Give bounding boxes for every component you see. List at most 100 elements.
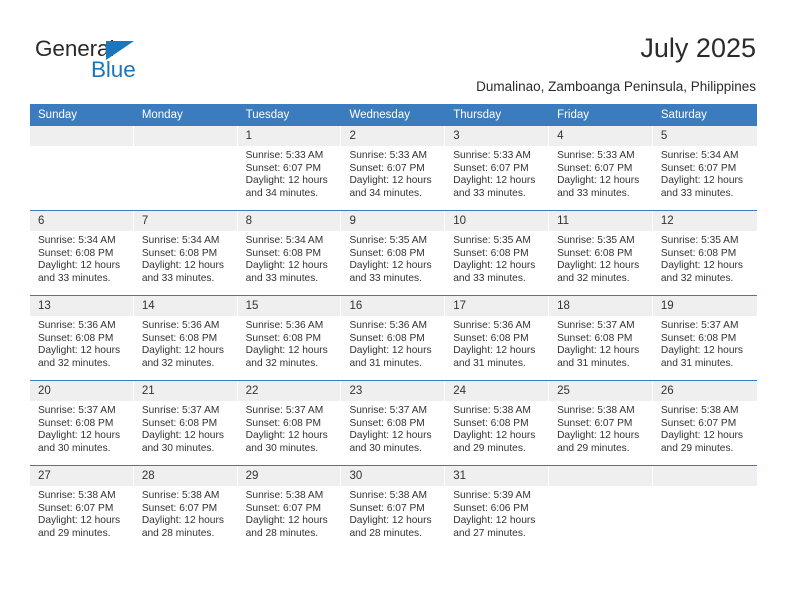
sunset-text: Sunset: 6:07 PM (349, 502, 425, 514)
day-number: 15 (237, 296, 342, 316)
calendar-day-cell[interactable]: 25 Sunrise: 5:38 AM Sunset: 6:07 PM Dayligh… (549, 380, 653, 466)
weekday-header-saturday: Saturday (652, 104, 757, 126)
daylight-text: Daylight: 12 hours and 32 minutes. (660, 260, 743, 284)
day-number: 25 (549, 381, 653, 401)
sunrise-text: Sunrise: 5:35 AM (349, 235, 428, 246)
day-details: Sunrise: 5:33 AM Sunset: 6:07 PM Daylight:… (445, 146, 549, 200)
daylight-text: Daylight: 12 hours and 30 minutes. (349, 430, 432, 454)
day-number: 12 (652, 211, 757, 231)
sunset-text: Sunset: 6:08 PM (141, 417, 218, 429)
day-number: 14 (133, 296, 238, 316)
daylight-text: Daylight: 12 hours and 32 minutes. (141, 345, 224, 369)
day-number: 4 (549, 126, 653, 146)
weekday-header-monday: Monday (133, 104, 238, 126)
sunset-text: Sunset: 6:07 PM (349, 162, 425, 174)
day-number: 2 (341, 126, 446, 146)
calendar-day-cell[interactable]: 9 Sunrise: 5:35 AM Sunset: 6:08 PM Daylight… (341, 210, 446, 296)
calendar-day-cell[interactable]: 12 Sunrise: 5:35 AM Sunset: 6:08 PM Dayligh… (652, 210, 757, 296)
day-number: 24 (445, 381, 550, 401)
day-details: Sunrise: 5:34 AM Sunset: 6:07 PM Daylight:… (653, 146, 757, 200)
sunrise-text: Sunrise: 5:36 AM (245, 320, 324, 331)
sunrise-text: Sunrise: 5:34 AM (660, 150, 739, 161)
sunset-text: Sunset: 6:08 PM (38, 332, 114, 344)
day-number: 13 (30, 296, 134, 316)
calendar-day-cell[interactable]: 26 Sunrise: 5:38 AM Sunset: 6:07 PM Dayligh… (652, 380, 757, 466)
calendar-day-cell[interactable]: 18 Sunrise: 5:37 AM Sunset: 6:08 PM Dayligh… (549, 295, 653, 381)
day-number: 27 (30, 466, 134, 486)
calendar-day-cell[interactable]: 8 Sunrise: 5:34 AM Sunset: 6:08 PM Daylight… (237, 210, 342, 296)
calendar-day-cell[interactable]: 5 Sunrise: 5:34 AM Sunset: 6:07 PM Daylight… (652, 126, 757, 211)
sunrise-text: Sunrise: 5:38 AM (245, 490, 324, 501)
sunset-text: Sunset: 6:08 PM (245, 332, 321, 344)
daylight-text: Daylight: 12 hours and 33 minutes. (38, 260, 121, 284)
daylight-text: Daylight: 12 hours and 34 minutes. (245, 175, 328, 199)
calendar-day-cell[interactable]: 28 Sunrise: 5:38 AM Sunset: 6:07 PM Dayligh… (133, 465, 238, 550)
calendar-day-cell[interactable]: 30 Sunrise: 5:38 AM Sunset: 6:07 PM Dayligh… (341, 465, 446, 550)
calendar-day-cell[interactable]: 15 Sunrise: 5:36 AM Sunset: 6:08 PM Dayligh… (237, 295, 342, 381)
daylight-text: Daylight: 12 hours and 33 minutes. (349, 260, 432, 284)
sunrise-text: Sunrise: 5:34 AM (141, 235, 220, 246)
day-number: 18 (549, 296, 653, 316)
daylight-text: Daylight: 12 hours and 30 minutes. (245, 430, 328, 454)
daylight-text: Daylight: 12 hours and 28 minutes. (349, 515, 432, 539)
daylight-text: Daylight: 12 hours and 28 minutes. (245, 515, 328, 539)
calendar-day-cell[interactable]: 4 Sunrise: 5:33 AM Sunset: 6:07 PM Daylight… (549, 126, 653, 211)
daylight-text: Daylight: 12 hours and 31 minutes. (660, 345, 743, 369)
sunset-text: Sunset: 6:08 PM (557, 332, 633, 344)
day-number: 20 (30, 381, 134, 401)
sunrise-text: Sunrise: 5:34 AM (38, 235, 116, 246)
daylight-text: Daylight: 12 hours and 34 minutes. (349, 175, 432, 199)
calendar-day-cell[interactable]: 1 Sunrise: 5:33 AM Sunset: 6:07 PM Daylight… (237, 126, 342, 211)
sunrise-text: Sunrise: 5:38 AM (38, 490, 116, 501)
page-title: July 2025 (640, 33, 756, 63)
calendar-day-cell[interactable]: 19 Sunrise: 5:37 AM Sunset: 6:08 PM Dayligh… (652, 295, 757, 381)
calendar-day-cell[interactable]: 24 Sunrise: 5:38 AM Sunset: 6:08 PM Dayligh… (445, 380, 550, 466)
daylight-text: Daylight: 12 hours and 30 minutes. (141, 430, 224, 454)
day-number: 6 (30, 211, 134, 231)
sunset-text: Sunset: 6:08 PM (660, 247, 737, 259)
day-details: Sunrise: 5:34 AM Sunset: 6:08 PM Daylight:… (30, 231, 134, 285)
weekday-header-thursday: Thursday (445, 104, 550, 126)
sunset-text: Sunset: 6:07 PM (453, 162, 529, 174)
weekday-header-row: Sunday Monday Tuesday Wednesday Thursday… (30, 104, 757, 126)
calendar-day-cell[interactable]: 10 Sunrise: 5:35 AM Sunset: 6:08 PM Dayligh… (445, 210, 550, 296)
calendar-day-cell[interactable]: 23 Sunrise: 5:37 AM Sunset: 6:08 PM Dayligh… (341, 380, 446, 466)
calendar-day-cell[interactable]: 16 Sunrise: 5:36 AM Sunset: 6:08 PM Dayligh… (341, 295, 446, 381)
logo-text-blue: Blue (91, 57, 136, 82)
calendar-week-row: 27 Sunrise: 5:38 AM Sunset: 6:07 PM Dayligh… (30, 465, 757, 550)
day-details: Sunrise: 5:38 AM Sunset: 6:07 PM Daylight:… (549, 401, 653, 455)
day-details: Sunrise: 5:35 AM Sunset: 6:08 PM Daylight:… (653, 231, 757, 285)
daylight-text: Daylight: 12 hours and 28 minutes. (141, 515, 224, 539)
day-details: Sunrise: 5:34 AM Sunset: 6:08 PM Daylight:… (134, 231, 238, 285)
sunrise-text: Sunrise: 5:38 AM (557, 405, 635, 416)
calendar-day-cell[interactable]: 22 Sunrise: 5:37 AM Sunset: 6:08 PM Dayligh… (237, 380, 342, 466)
calendar-day-cell[interactable]: 3 Sunrise: 5:33 AM Sunset: 6:07 PM Daylight… (445, 126, 550, 211)
calendar-day-cell[interactable]: 7 Sunrise: 5:34 AM Sunset: 6:08 PM Daylight… (133, 210, 238, 296)
calendar-week-row: 20 Sunrise: 5:37 AM Sunset: 6:08 PM Dayligh… (30, 380, 757, 466)
calendar-day-cell[interactable]: 11 Sunrise: 5:35 AM Sunset: 6:08 PM Dayligh… (549, 210, 653, 296)
day-number: 11 (549, 211, 653, 231)
daylight-text: Daylight: 12 hours and 31 minutes. (453, 345, 536, 369)
sunset-text: Sunset: 6:07 PM (557, 162, 633, 174)
general-blue-logo: General Blue (35, 36, 165, 86)
sunrise-text: Sunrise: 5:37 AM (349, 405, 428, 416)
sunrise-text: Sunrise: 5:36 AM (453, 320, 531, 331)
calendar-day-cell[interactable]: 27 Sunrise: 5:38 AM Sunset: 6:07 PM Dayligh… (30, 465, 134, 550)
calendar-day-cell[interactable]: 2 Sunrise: 5:33 AM Sunset: 6:07 PM Daylight… (341, 126, 446, 211)
day-number: 29 (237, 466, 342, 486)
calendar-day-cell[interactable]: 6 Sunrise: 5:34 AM Sunset: 6:08 PM Daylight… (30, 210, 134, 296)
calendar-day-cell[interactable]: 29 Sunrise: 5:38 AM Sunset: 6:07 PM Dayligh… (237, 465, 342, 550)
calendar-day-cell[interactable]: 17 Sunrise: 5:36 AM Sunset: 6:08 PM Dayligh… (445, 295, 550, 381)
calendar-day-cell[interactable]: 31 Sunrise: 5:39 AM Sunset: 6:06 PM Dayligh… (445, 465, 550, 550)
sunrise-text: Sunrise: 5:34 AM (245, 235, 324, 246)
calendar-day-cell[interactable]: 13 Sunrise: 5:36 AM Sunset: 6:08 PM Dayligh… (30, 295, 134, 381)
calendar-day-cell[interactable]: 21 Sunrise: 5:37 AM Sunset: 6:08 PM Dayligh… (133, 380, 238, 466)
calendar-day-cell[interactable]: 14 Sunrise: 5:36 AM Sunset: 6:08 PM Dayligh… (133, 295, 238, 381)
sunset-text: Sunset: 6:08 PM (38, 417, 114, 429)
calendar-week-row: 13 Sunrise: 5:36 AM Sunset: 6:08 PM Dayligh… (30, 295, 757, 381)
day-number: 26 (652, 381, 757, 401)
daylight-text: Daylight: 12 hours and 29 minutes. (557, 430, 640, 454)
sunset-text: Sunset: 6:07 PM (141, 502, 218, 514)
calendar-day-cell[interactable]: 20 Sunrise: 5:37 AM Sunset: 6:08 PM Dayligh… (30, 380, 134, 466)
sunset-text: Sunset: 6:08 PM (141, 332, 218, 344)
